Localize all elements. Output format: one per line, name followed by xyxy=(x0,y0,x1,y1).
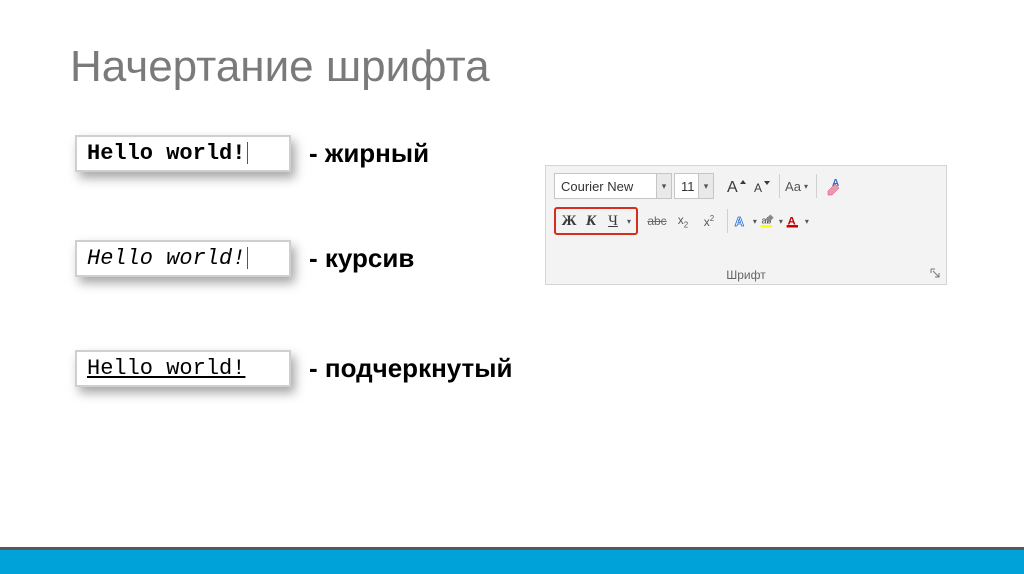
svg-text:A: A xyxy=(832,178,839,189)
text-cursor xyxy=(247,142,248,164)
label-italic: - курсив xyxy=(309,243,414,274)
change-case-button[interactable]: Aa ▾ xyxy=(785,174,811,198)
chevron-down-icon[interactable]: ▾ xyxy=(698,174,713,198)
ribbon-row-bottom: Ж К Ч ▾ abc x2 x2 A ▾ xyxy=(546,203,946,239)
superscript-button[interactable]: x2 xyxy=(696,209,722,233)
font-size-combo[interactable]: 11 ▾ xyxy=(674,173,714,199)
subscript-icon: x2 xyxy=(678,213,688,229)
example-italic: Hello world! - курсив xyxy=(75,240,414,277)
highlight-icon: ab xyxy=(759,211,777,231)
separator xyxy=(779,174,780,198)
chevron-down-icon[interactable]: ▾ xyxy=(777,210,785,232)
svg-text:A: A xyxy=(754,181,762,195)
dialog-launcher-icon[interactable] xyxy=(928,266,942,280)
subscript-button[interactable]: x2 xyxy=(670,209,696,233)
font-color-icon: A xyxy=(785,211,803,231)
separator xyxy=(727,209,728,233)
sample-italic-value: Hello world! xyxy=(87,246,245,271)
sample-bold-value: Hello world! xyxy=(87,141,245,166)
eraser-icon: A xyxy=(825,176,845,196)
svg-text:A: A xyxy=(727,179,738,196)
chevron-down-icon[interactable]: ▾ xyxy=(656,174,671,198)
grow-font-button[interactable]: A xyxy=(722,174,748,198)
ribbon-row-top: Courier New ▾ 11 ▾ A A A xyxy=(546,166,946,203)
font-name-combo[interactable]: Courier New ▾ xyxy=(554,173,672,199)
separator xyxy=(816,174,817,198)
label-underline: - подчеркнутый xyxy=(309,353,512,384)
svg-text:A: A xyxy=(735,214,745,229)
bold-button[interactable]: Ж xyxy=(558,210,580,232)
example-bold: Hello world! - жирный xyxy=(75,135,429,172)
chevron-down-icon[interactable]: ▾ xyxy=(751,210,759,232)
strike-label: abc xyxy=(647,214,666,228)
superscript-icon: x2 xyxy=(704,214,714,229)
highlight-color-button[interactable]: ab ▾ xyxy=(759,209,785,233)
chevron-down-icon[interactable]: ▾ xyxy=(624,210,634,232)
accent-bar xyxy=(0,547,1024,574)
sample-underline-text: Hello world! xyxy=(75,350,291,387)
chevron-down-icon[interactable]: ▾ xyxy=(801,175,811,197)
shrink-font-button[interactable]: A xyxy=(748,174,774,198)
label-bold: - жирный xyxy=(309,138,429,169)
slide: Начертание шрифта Hello world! - жирный … xyxy=(0,0,1024,574)
text-effects-button[interactable]: A ▾ xyxy=(733,209,759,233)
ribbon-font-panel: Courier New ▾ 11 ▾ A A A xyxy=(545,165,947,285)
clear-formatting-button[interactable]: A xyxy=(822,174,848,198)
chevron-down-icon[interactable]: ▾ xyxy=(803,210,811,232)
font-name-value: Courier New xyxy=(555,179,656,194)
change-case-label: Aa xyxy=(785,179,801,194)
sample-bold-text: Hello world! xyxy=(75,135,291,172)
sample-underline-value: Hello world! xyxy=(87,356,245,381)
italic-button[interactable]: К xyxy=(580,210,602,232)
style-buttons-highlight: Ж К Ч ▾ xyxy=(554,207,638,235)
strikethrough-button[interactable]: abc xyxy=(644,209,670,233)
font-size-value: 11 xyxy=(675,179,698,194)
font-color-button[interactable]: A ▾ xyxy=(785,209,811,233)
text-effect-icon: A xyxy=(733,211,751,231)
text-cursor xyxy=(247,247,248,269)
ribbon-group-label: Шрифт xyxy=(546,268,946,282)
example-underline: Hello world! - подчеркнутый xyxy=(75,350,512,387)
page-title: Начертание шрифта xyxy=(70,42,490,92)
sample-italic-text: Hello world! xyxy=(75,240,291,277)
underline-button[interactable]: Ч xyxy=(602,210,624,232)
